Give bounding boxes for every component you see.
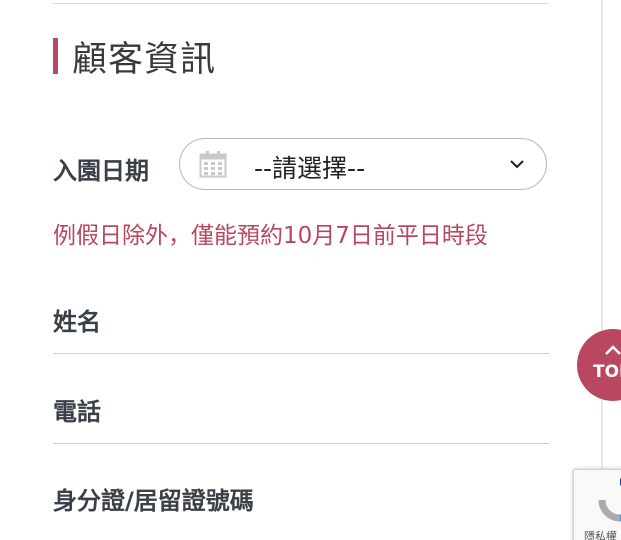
recaptcha-logo-icon bbox=[598, 478, 621, 522]
customer-info-page: 顧客資訊 入園日期 --請選擇-- 例假日除外，僅能預約10月7日前平日時段 姓… bbox=[0, 0, 621, 540]
visit-date-selected-value: --請選擇-- bbox=[254, 154, 366, 183]
top-divider bbox=[53, 3, 549, 4]
section-title: 顧客資訊 bbox=[72, 39, 217, 80]
recaptcha-privacy-text[interactable]: 隱私權 bbox=[584, 528, 617, 540]
chevron-down-icon bbox=[510, 160, 524, 169]
name-field-underline[interactable] bbox=[53, 353, 549, 354]
visit-date-label: 入園日期 bbox=[53, 157, 149, 185]
id-number-label: 身分證/居留證號碼 bbox=[53, 487, 254, 515]
name-label: 姓名 bbox=[53, 308, 101, 336]
visit-date-select[interactable]: --請選擇-- bbox=[179, 138, 547, 190]
page-edge-divider bbox=[601, 0, 603, 540]
heading-accent-bar bbox=[53, 38, 58, 74]
back-to-top-button[interactable]: TOP bbox=[577, 329, 621, 401]
recaptcha-badge[interactable]: 隱私權 bbox=[573, 469, 621, 540]
chevron-up-icon bbox=[605, 345, 621, 355]
section-heading: 顧客資訊 bbox=[53, 36, 216, 80]
visit-date-note: 例假日除外，僅能預約10月7日前平日時段 bbox=[53, 223, 488, 249]
phone-field-underline[interactable] bbox=[53, 443, 549, 444]
back-to-top-label: TOP bbox=[593, 362, 621, 382]
calendar-icon bbox=[199, 151, 227, 178]
phone-label: 電話 bbox=[53, 398, 101, 426]
